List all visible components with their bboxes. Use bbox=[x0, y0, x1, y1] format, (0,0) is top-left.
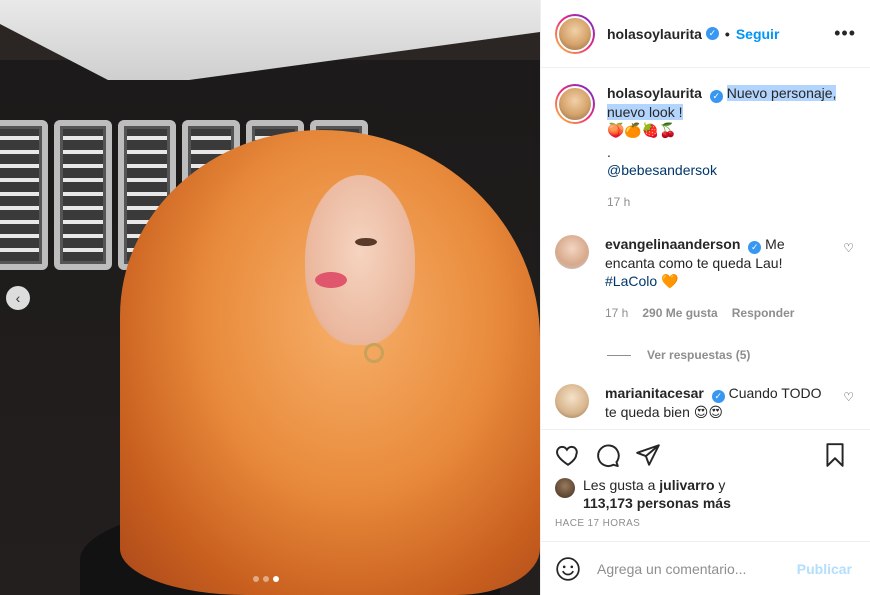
comment-text: Cuando TODO bbox=[728, 385, 822, 401]
comment-reply-button[interactable]: Responder bbox=[732, 304, 795, 322]
caption-avatar-ring[interactable] bbox=[555, 84, 595, 124]
comment-time[interactable]: 17 h bbox=[605, 304, 628, 322]
caption-dot: . bbox=[607, 144, 611, 160]
comment-emoji: 🧡 bbox=[661, 273, 679, 289]
post-timestamp[interactable]: HACE 17 HORAS bbox=[555, 518, 856, 529]
comment-body: evangelinaanderson ✓ Me encanta como te … bbox=[605, 235, 845, 322]
post-side-panel: holasoylaurita ✓ • Seguir ••• holasoylau… bbox=[540, 0, 870, 595]
author-username[interactable]: holasoylaurita bbox=[607, 26, 702, 42]
carousel-dots bbox=[253, 576, 279, 582]
post-image[interactable]: ‹ bbox=[0, 0, 540, 595]
person-face bbox=[305, 175, 415, 345]
verified-badge-icon: ✓ bbox=[705, 27, 719, 40]
action-icons bbox=[555, 438, 856, 472]
follow-button[interactable]: Seguir bbox=[736, 26, 780, 42]
marquee-letter bbox=[0, 120, 48, 270]
more-options-icon[interactable]: ••• bbox=[834, 23, 856, 44]
likes-count[interactable]: 113,173 personas más bbox=[583, 495, 731, 511]
liker-avatar[interactable] bbox=[555, 478, 575, 498]
comment-item: marianitacesar ✓ Cuando TODO te queda bi… bbox=[555, 384, 856, 421]
caption-avatar[interactable] bbox=[557, 86, 593, 122]
replies-divider bbox=[607, 354, 631, 356]
caption-username[interactable]: holasoylaurita bbox=[607, 85, 702, 101]
chevron-left-icon: ‹ bbox=[15, 290, 21, 306]
caption: holasoylaurita ✓ Nuevo personaje, nuevo … bbox=[555, 84, 856, 211]
like-heart-icon[interactable] bbox=[555, 442, 581, 468]
comment-text-line2: te queda bien bbox=[605, 404, 690, 420]
commenter-avatar[interactable] bbox=[555, 384, 589, 418]
comments-list[interactable]: holasoylaurita ✓ Nuevo personaje, nuevo … bbox=[541, 68, 870, 429]
comment-username[interactable]: marianitacesar bbox=[605, 385, 704, 401]
carousel-dot bbox=[253, 576, 259, 582]
caption-body: holasoylaurita ✓ Nuevo personaje, nuevo … bbox=[607, 84, 847, 211]
comment-hashtag-link[interactable]: #LaColo bbox=[605, 273, 657, 289]
liker-username[interactable]: julivarro bbox=[659, 477, 714, 493]
comment-input[interactable] bbox=[597, 560, 797, 577]
person-eye bbox=[355, 238, 377, 246]
caption-text-line1: Nuevo personaje, bbox=[726, 85, 837, 101]
comment-like-heart-icon[interactable]: ♡ bbox=[843, 241, 854, 255]
commenter-avatar[interactable] bbox=[555, 235, 589, 269]
verified-badge-icon: ✓ bbox=[709, 90, 723, 103]
share-paper-plane-icon[interactable] bbox=[635, 442, 661, 468]
instagram-post: ‹ holasoylaurita ✓ • Seguir ••• holasoyl… bbox=[0, 0, 870, 595]
publish-button[interactable]: Publicar bbox=[797, 561, 852, 577]
caption-emojis: 🍑🍊🍓🍒 bbox=[607, 122, 677, 138]
header-separator: • bbox=[724, 25, 730, 42]
add-comment-bar: Publicar bbox=[541, 541, 870, 595]
verified-badge-icon: ✓ bbox=[748, 241, 762, 254]
person-earring bbox=[364, 343, 384, 363]
view-replies-button[interactable]: Ver respuestas (5) bbox=[607, 348, 856, 362]
person-lips bbox=[315, 272, 347, 288]
comment-item: evangelinaanderson ✓ Me encanta como te … bbox=[555, 235, 856, 322]
carousel-dot bbox=[263, 576, 269, 582]
caption-time[interactable]: 17 h bbox=[607, 193, 630, 211]
comment-emoji: 😍😍 bbox=[693, 404, 723, 420]
post-header: holasoylaurita ✓ • Seguir ••• bbox=[541, 0, 870, 68]
comment-username[interactable]: evangelinaanderson bbox=[605, 236, 740, 252]
comment-like-heart-icon[interactable]: ♡ bbox=[843, 390, 854, 404]
caption-text-line2: nuevo look ! bbox=[607, 104, 683, 120]
comment-likes-count[interactable]: 290 Me gusta bbox=[642, 304, 717, 322]
author-avatar-ring[interactable] bbox=[555, 13, 595, 54]
carousel-prev-button[interactable]: ‹ bbox=[6, 286, 30, 310]
comment-bubble-icon[interactable] bbox=[595, 442, 621, 468]
comment-text: Me bbox=[765, 236, 785, 252]
author-avatar[interactable] bbox=[557, 15, 593, 52]
comment-text-line2: encanta como te queda Lau! bbox=[605, 255, 783, 271]
emoji-smiley-icon[interactable] bbox=[555, 556, 581, 582]
likes-summary: Les gusta a julivarro y 113,173 personas… bbox=[555, 476, 856, 512]
likes-prefix: Les gusta a bbox=[583, 477, 656, 493]
marquee-letter bbox=[54, 120, 112, 270]
likes-connector: y bbox=[718, 477, 726, 493]
comment-body: marianitacesar ✓ Cuando TODO te queda bi… bbox=[605, 384, 845, 421]
view-replies-label: Ver respuestas (5) bbox=[647, 348, 751, 362]
verified-badge-icon: ✓ bbox=[711, 390, 725, 403]
carousel-dot-active bbox=[273, 576, 279, 582]
caption-mention-link[interactable]: @bebesandersok bbox=[607, 161, 847, 179]
post-actions: Les gusta a julivarro y 113,173 personas… bbox=[541, 429, 870, 541]
bookmark-icon[interactable] bbox=[822, 442, 848, 468]
